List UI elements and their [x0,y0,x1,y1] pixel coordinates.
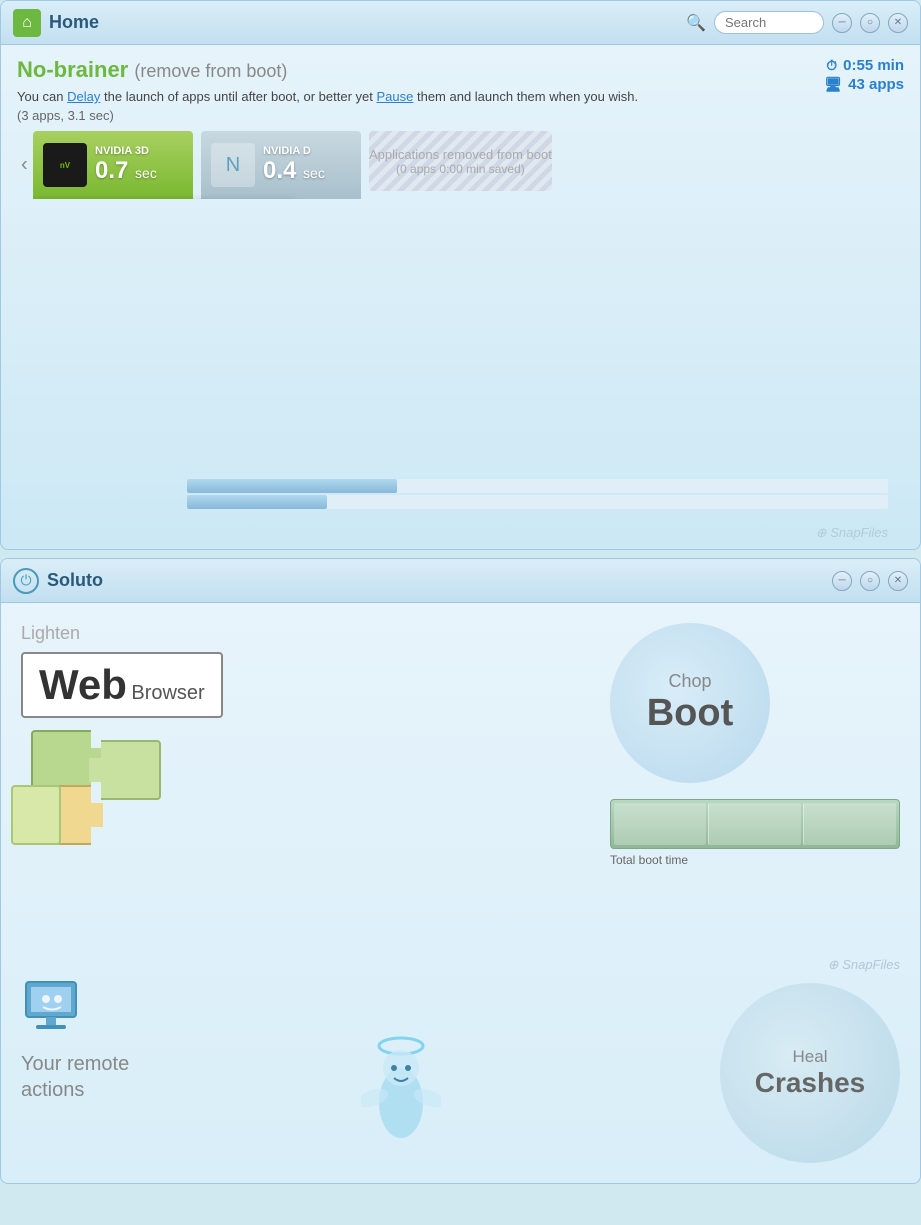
nobrainer-heading: No-brainer (remove from boot) [17,57,904,83]
carousel-prev[interactable]: ‹ [17,154,32,177]
progress-bar-2 [187,495,888,509]
chop-label: Chop [668,671,711,692]
removed-label: Applications removed from boot [369,147,552,162]
soluto-titlebar-right: ─ ○ ✕ [832,571,908,591]
boot-segment-3 [803,803,896,845]
lighten-section: Lighten Web Browser [21,623,223,860]
search-input[interactable] [714,11,824,34]
web-browser-box: Web Browser [21,652,223,718]
home-icon: ⌂ [13,9,41,37]
soluto-restore-button[interactable]: ○ [860,571,880,591]
nvidia-icon: nV [43,143,87,187]
progress-bar-1 [187,479,888,493]
heal-label: Heal [793,1047,828,1067]
soluto-titlebar: ⏻ Soluto ─ ○ ✕ [1,559,920,603]
snapfiles-watermark-2: ⊕ SnapFiles [828,957,900,973]
titlebar-left: ⌂ Home [13,9,99,37]
soluto-close-button[interactable]: ✕ [888,571,908,591]
home-titlebar: ⌂ Home 🔍 ─ ○ ✕ [1,1,920,45]
app-card-2[interactable]: N NVIDIA D 0.4 sec [201,131,361,199]
nobrainer-main: No-brainer [17,57,128,82]
apps-count-display: 🖥 43 apps [824,76,904,93]
puzzle-piece-4 [11,785,61,845]
puzzle-area [21,730,201,860]
boot-bar-label: Total boot time [610,853,900,867]
angel-figure [361,1028,441,1153]
boot-segment-1 [614,803,706,845]
soluto-content: Lighten Web Browser Chop Boot [1,603,920,1183]
app-card-2-info: NVIDIA D 0.4 sec [263,145,351,185]
delay-link[interactable]: Delay [67,89,100,104]
crashes-text: Crashes [755,1067,866,1099]
boot-text: Boot [647,692,734,735]
app-card-1-header: nV NVIDIA 3D 0.7 sec [33,131,193,199]
remote-section: Your remote actions [21,972,129,1103]
snapfiles-watermark-1: ⊕ SnapFiles [17,517,904,549]
app-2-icon: N [211,143,255,187]
nobrainer-subtitle: (remove from boot) [134,61,287,81]
app-card-2-header: N NVIDIA D 0.4 sec [201,131,361,199]
computer-icon [21,972,91,1042]
app-card-1[interactable]: nV NVIDIA 3D 0.7 sec NVIDIA Stereosco [33,131,193,199]
soluto-icon: ⏻ [13,568,39,594]
heal-section: Heal Crashes [720,983,900,1163]
soluto-titlebar-left: ⏻ Soluto [13,568,103,594]
home-title: Home [49,12,99,33]
boot-bar-container: Total boot time [610,799,900,867]
heal-circle: Heal Crashes [720,983,900,1163]
browser-text: Browser [131,682,204,704]
chop-section: Chop Boot Total boot time [610,623,900,867]
remote-label: Your remote actions [21,1051,129,1103]
apps-icon: 🖥 [824,76,842,93]
description-text: You can Delay the launch of apps until a… [17,89,904,104]
stats-text: (3 apps, 3.1 sec) [17,108,904,123]
soluto-minimize-button[interactable]: ─ [832,571,852,591]
removed-area: Applications removed from boot (0 apps 0… [369,131,552,191]
app-2-name: NVIDIA D [263,145,351,157]
app-card-1-info: NVIDIA 3D 0.7 sec [95,145,183,185]
apps-scroll: nV NVIDIA 3D 0.7 sec NVIDIA Stereosco [33,131,552,199]
soluto-title: Soluto [47,570,103,591]
soluto-panel: ⏻ Soluto ─ ○ ✕ Lighten Web Browser [0,558,921,1184]
app-1-time: 0.7 sec [95,157,183,185]
removed-sub: (0 apps 0:00 min saved) [396,162,525,176]
pause-link[interactable]: Pause [376,89,413,104]
minimize-button[interactable]: ─ [832,13,852,33]
search-icon: 🔍 [686,13,706,33]
chop-circle: Chop Boot [610,623,770,783]
apps-count-value: 43 apps [848,76,904,93]
timer-display: ⏱ 0:55 min [824,57,904,74]
lighten-label: Lighten [21,623,223,644]
app-1-name: NVIDIA 3D [95,145,183,157]
angel-svg [361,1028,441,1148]
boot-bar [610,799,900,849]
snapfiles-logo-1: ⊕ SnapFiles [816,525,888,540]
app-2-time: 0.4 sec [263,157,351,185]
boot-segment-2 [708,803,801,845]
web-text: Web [39,661,127,708]
close-button[interactable]: ✕ [888,13,908,33]
restore-button[interactable]: ○ [860,13,880,33]
titlebar-right: 🔍 ─ ○ ✕ [686,11,908,34]
home-panel: ⌂ Home 🔍 ─ ○ ✕ ⏱ 0:55 min 🖥 43 apps No-b… [0,0,921,550]
timer-value: 0:55 min [843,57,904,74]
clock-icon: ⏱ [826,57,837,74]
